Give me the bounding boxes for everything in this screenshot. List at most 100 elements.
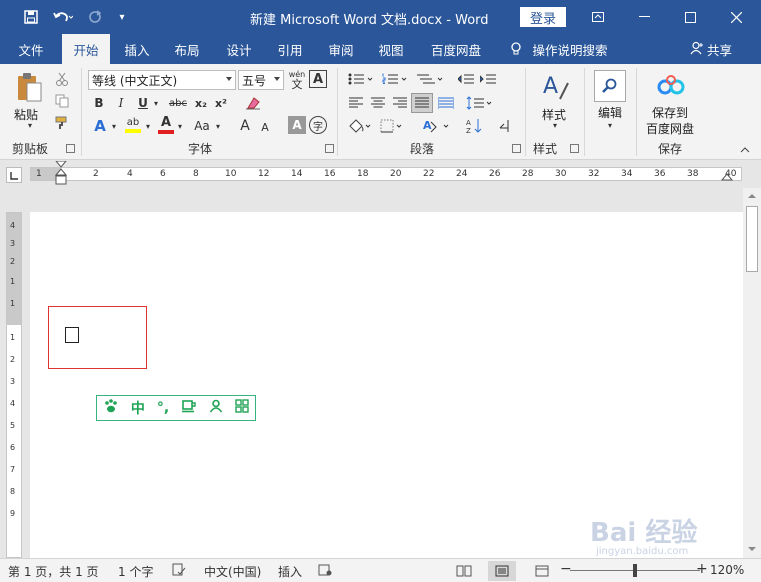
underline-dropdown-icon[interactable]: ▾	[151, 94, 161, 112]
customize-qat-icon[interactable]: ▾	[114, 0, 130, 34]
decrease-indent-icon[interactable]	[456, 70, 476, 88]
numbering-icon[interactable]	[380, 70, 410, 88]
asian-layout-icon[interactable]: A	[420, 116, 452, 136]
superscript-button[interactable]: x²	[212, 94, 230, 112]
right-indent-marker-icon[interactable]	[721, 170, 733, 182]
tell-me-search[interactable]: 操作说明搜索	[530, 34, 610, 64]
tab-file[interactable]: 文件	[8, 34, 54, 64]
clipboard-launcher-icon[interactable]	[66, 144, 75, 153]
show-formatting-marks-icon[interactable]	[494, 116, 516, 136]
font-name-select[interactable]: 等线 (中文正文)	[88, 70, 236, 90]
clear-formatting-icon[interactable]	[244, 94, 262, 112]
undo-icon[interactable]	[50, 0, 76, 34]
editing-dropdown-icon[interactable]: ▾	[604, 120, 616, 130]
tab-baidu-netdisk[interactable]: 百度网盘	[424, 34, 488, 64]
vertical-ruler[interactable]: 4 3 2 1 1 1 2 3 4 5 6 7 8 9	[6, 212, 22, 558]
shrink-font-button[interactable]: A	[257, 118, 273, 136]
tab-design[interactable]: 设计	[216, 34, 262, 64]
editing-button-label[interactable]: 编辑	[598, 104, 622, 121]
page-count[interactable]: 第 1 页，共 1 页	[8, 563, 99, 580]
font-color-dropdown-icon[interactable]: ▾	[176, 116, 184, 136]
zoom-slider-thumb[interactable]	[633, 564, 637, 577]
collapse-ribbon-icon[interactable]	[738, 144, 752, 156]
vertical-scrollbar[interactable]	[743, 188, 761, 558]
bold-button[interactable]: B	[90, 94, 108, 112]
cut-icon[interactable]	[52, 70, 72, 88]
redo-icon[interactable]	[84, 0, 106, 34]
find-icon[interactable]	[594, 70, 626, 102]
increase-indent-icon[interactable]	[478, 70, 498, 88]
bullets-icon[interactable]	[346, 70, 376, 88]
underline-button[interactable]: U	[134, 94, 152, 112]
subscript-button[interactable]: x₂	[192, 94, 210, 112]
multilevel-list-icon[interactable]	[414, 70, 446, 88]
print-layout-icon[interactable]	[488, 561, 516, 581]
tab-view[interactable]: 视图	[368, 34, 414, 64]
font-size-select[interactable]: 五号	[238, 70, 284, 90]
grid-apps-icon[interactable]	[235, 399, 249, 417]
strikethrough-button[interactable]: abc	[166, 94, 190, 112]
tab-selector-icon[interactable]	[6, 167, 22, 183]
align-left-icon[interactable]	[346, 94, 366, 112]
user-icon[interactable]	[209, 399, 223, 417]
ribbon-display-options-icon[interactable]	[575, 0, 621, 34]
align-center-icon[interactable]	[368, 94, 388, 112]
tab-layout[interactable]: 布局	[164, 34, 210, 64]
paste-icon[interactable]	[10, 70, 50, 104]
horizontal-ruler[interactable]: 1 2 4 6 8 10 12 14 16 18 20 22 24 26 28 …	[30, 161, 742, 185]
zoom-out-icon[interactable]: −	[560, 561, 572, 577]
minimize-icon[interactable]	[621, 0, 667, 34]
zoom-in-icon[interactable]: +	[696, 561, 708, 577]
line-spacing-icon[interactable]	[464, 94, 494, 112]
ime-punctuation[interactable]: °,	[157, 400, 169, 416]
macro-icon[interactable]	[318, 563, 332, 580]
sort-icon[interactable]: AZ	[464, 116, 484, 136]
share-button[interactable]: 共享	[690, 34, 732, 64]
cup-icon[interactable]	[181, 399, 197, 417]
save-icon[interactable]	[20, 0, 42, 34]
proofing-icon[interactable]	[172, 563, 186, 580]
baidu-netdisk-icon[interactable]	[654, 72, 688, 100]
styles-launcher-icon[interactable]	[570, 144, 579, 153]
align-right-icon[interactable]	[390, 94, 410, 112]
character-shading-button[interactable]: A	[288, 116, 306, 134]
tab-home[interactable]: 开始	[62, 34, 110, 64]
borders-icon[interactable]	[378, 116, 406, 136]
shading-icon[interactable]	[346, 116, 374, 136]
save-to-baidu-line1[interactable]: 保存到	[652, 104, 688, 121]
text-effects-icon[interactable]: A	[90, 116, 110, 136]
copy-icon[interactable]	[52, 92, 72, 110]
login-button[interactable]: 登录	[520, 7, 566, 27]
inserted-box-symbol[interactable]	[65, 327, 79, 343]
font-color-icon[interactable]: A	[156, 114, 176, 136]
read-mode-icon[interactable]	[450, 561, 478, 581]
phonetic-guide-icon[interactable]: wén 文	[287, 68, 307, 92]
scroll-up-icon[interactable]	[748, 193, 756, 199]
grow-font-button[interactable]: A	[236, 116, 254, 136]
word-count[interactable]: 1 个字	[118, 563, 153, 580]
document-page[interactable]	[30, 212, 743, 558]
paste-dropdown-icon[interactable]: ▾	[24, 120, 36, 130]
change-case-button[interactable]: Aa	[190, 116, 214, 136]
tab-references[interactable]: 引用	[267, 34, 313, 64]
language-indicator[interactable]: 中文(中国)	[204, 563, 261, 580]
highlight-color-icon[interactable]: ab	[122, 114, 144, 136]
ime-chinese-mode[interactable]: 中	[131, 398, 145, 418]
character-border-icon[interactable]: A	[309, 70, 327, 88]
paragraph-launcher-icon[interactable]	[512, 144, 521, 153]
highlight-dropdown-icon[interactable]: ▾	[144, 116, 152, 136]
font-launcher-icon[interactable]	[325, 144, 334, 153]
web-layout-icon[interactable]	[528, 561, 556, 581]
change-case-dropdown-icon[interactable]: ▾	[214, 116, 222, 136]
format-painter-icon[interactable]	[52, 114, 72, 132]
styles-icon[interactable]: A	[538, 70, 572, 104]
indent-marker-icon[interactable]	[55, 161, 67, 187]
italic-button[interactable]: I	[112, 94, 130, 112]
insert-mode[interactable]: 插入	[278, 563, 302, 580]
distributed-icon[interactable]	[436, 94, 456, 112]
enclose-characters-button[interactable]: 字	[309, 116, 327, 134]
maximize-icon[interactable]	[667, 0, 713, 34]
styles-dropdown-icon[interactable]: ▾	[549, 120, 561, 130]
scroll-down-icon[interactable]	[748, 546, 756, 552]
justify-icon[interactable]	[411, 93, 433, 113]
